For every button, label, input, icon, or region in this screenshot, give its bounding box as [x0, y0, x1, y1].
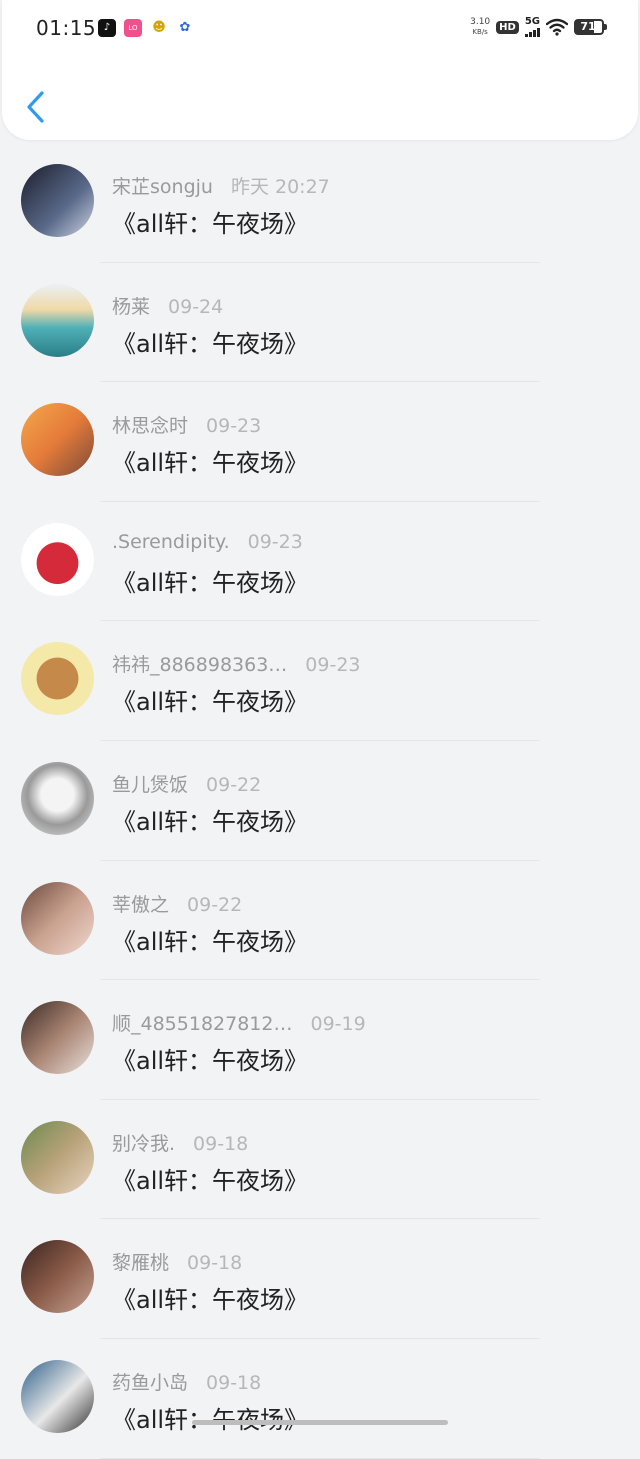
comment-text: 《all轩：午夜场》	[112, 449, 309, 478]
timestamp: 昨天 20:27	[230, 176, 330, 198]
status-time: 01:15	[36, 16, 97, 40]
chevron-left-icon[interactable]	[24, 90, 52, 124]
status-bar: 01:15 ♪ LO ☻ ✿ 3.10 KB/s HD 5G 71	[2, 0, 638, 58]
comment-text: 《all轩：午夜场》	[112, 807, 309, 836]
avatar[interactable]	[21, 1240, 94, 1314]
comment-meta: 顺_48551827812… 09-19	[112, 1009, 366, 1036]
signal-icon: 5G	[524, 17, 540, 37]
avatar[interactable]	[21, 283, 94, 357]
username[interactable]: 祎祎_886898363…	[112, 654, 287, 676]
timestamp: 09-18	[193, 1132, 249, 1155]
list-item[interactable]: 别冷我. 09-18 《all轩：午夜场》	[0, 1100, 640, 1220]
list-item[interactable]: .Serendipity. 09-23 《all轩：午夜场》	[0, 502, 640, 622]
list-item[interactable]: 莘傲之 09-22 《all轩：午夜场》	[0, 861, 640, 981]
comment-text: 《all轩：午夜场》	[112, 210, 309, 238]
comment-text: 《all轩：午夜场》	[112, 1166, 309, 1195]
username[interactable]: 顺_48551827812…	[112, 1013, 292, 1035]
comment-text: 《all轩：午夜场》	[112, 568, 309, 597]
lofter-icon: LO	[124, 19, 142, 37]
list-item[interactable]: 顺_48551827812… 09-19 《all轩：午夜场》	[0, 980, 640, 1100]
comment-meta: 药鱼小岛 09-18	[112, 1368, 261, 1395]
comment-meta: 祎祎_886898363… 09-23	[112, 650, 361, 677]
timestamp: 09-23	[247, 530, 303, 553]
notification-app-icons: ♪ LO ☻ ✿	[98, 19, 194, 37]
timestamp: 09-22	[206, 773, 262, 796]
list-item[interactable]: 药鱼小岛 09-18 《all轩：午夜场》	[0, 1339, 640, 1459]
wifi-icon	[546, 18, 568, 36]
list-item[interactable]: 宋芷songju 昨天 20:27 《all轩：午夜场》	[0, 143, 640, 263]
comment-text: 《all轩：午夜场》	[112, 927, 309, 956]
timestamp: 09-23	[206, 415, 262, 438]
timestamp: 09-22	[187, 893, 243, 916]
username[interactable]: 鱼儿煲饭	[112, 774, 188, 796]
timestamp: 09-24	[168, 295, 224, 318]
hd-icon: HD	[496, 20, 519, 34]
comment-meta: .Serendipity. 09-23	[112, 531, 303, 553]
battery-icon: 71	[574, 19, 607, 35]
avatar[interactable]	[21, 1359, 94, 1433]
username[interactable]: 黎雁桃	[112, 1252, 169, 1274]
comment-meta: 莘傲之 09-22	[112, 890, 242, 917]
username[interactable]: 林思念时	[112, 415, 188, 437]
home-indicator[interactable]	[192, 1420, 448, 1425]
username[interactable]: 药鱼小岛	[112, 1372, 188, 1394]
avatar[interactable]	[21, 761, 94, 835]
avatar[interactable]	[21, 1120, 94, 1194]
timestamp: 09-19	[310, 1013, 366, 1036]
list-item[interactable]: 黎雁桃 09-18 《all轩：午夜场》	[0, 1219, 640, 1339]
comment-meta: 宋芷songju 昨天 20:27	[112, 172, 330, 199]
baidu-icon: ✿	[176, 19, 194, 37]
divider	[100, 1457, 540, 1459]
comment-meta: 别冷我. 09-18	[112, 1129, 248, 1156]
comment-text: 《all轩：午夜场》	[112, 329, 309, 358]
username[interactable]: 别冷我.	[112, 1133, 175, 1155]
avatar[interactable]	[21, 164, 94, 237]
list-item[interactable]: 杨莱 09-24 《all轩：午夜场》	[0, 263, 640, 383]
avatar[interactable]	[21, 642, 94, 716]
comment-text: 《all轩：午夜场》	[112, 688, 309, 717]
comment-text: 《all轩：午夜场》	[112, 1047, 309, 1076]
avatar[interactable]	[21, 403, 94, 477]
net-speed: 3.10 KB/s	[470, 17, 491, 36]
comment-text: 《all轩：午夜场》	[112, 1286, 309, 1315]
comment-list: 宋芷songju 昨天 20:27 《all轩：午夜场》 杨莱 09-24 《all轩：午…	[0, 143, 640, 1459]
list-item[interactable]: 祎祎_886898363… 09-23 《all轩：午夜场》	[0, 621, 640, 741]
timestamp: 09-18	[206, 1371, 262, 1394]
comment-meta: 林思念时 09-23	[112, 411, 261, 438]
avatar[interactable]	[21, 1001, 94, 1075]
qq-icon: ☻	[150, 19, 168, 37]
list-item[interactable]: 鱼儿煲饭 09-22 《all轩：午夜场》	[0, 741, 640, 861]
top-bar: 01:15 ♪ LO ☻ ✿ 3.10 KB/s HD 5G 71	[2, 0, 638, 140]
timestamp: 09-18	[187, 1252, 243, 1275]
username[interactable]: 杨莱	[112, 296, 150, 318]
avatar[interactable]	[21, 522, 94, 596]
avatar[interactable]	[21, 881, 94, 955]
system-icons: 3.10 KB/s HD 5G 71	[470, 17, 607, 37]
comment-text: 《all轩：午夜场》	[112, 1400, 308, 1435]
username[interactable]: 莘傲之	[112, 894, 169, 916]
list-item[interactable]: 林思念时 09-23 《all轩：午夜场》	[0, 382, 640, 502]
timestamp: 09-23	[305, 654, 361, 677]
username[interactable]: 宋芷songju	[112, 176, 213, 198]
tiktok-icon: ♪	[98, 19, 116, 37]
comment-meta: 杨莱 09-24	[112, 292, 223, 319]
comment-meta: 鱼儿煲饭 09-22	[112, 770, 261, 797]
comment-meta: 黎雁桃 09-18	[112, 1248, 242, 1275]
username[interactable]: .Serendipity.	[112, 531, 230, 553]
